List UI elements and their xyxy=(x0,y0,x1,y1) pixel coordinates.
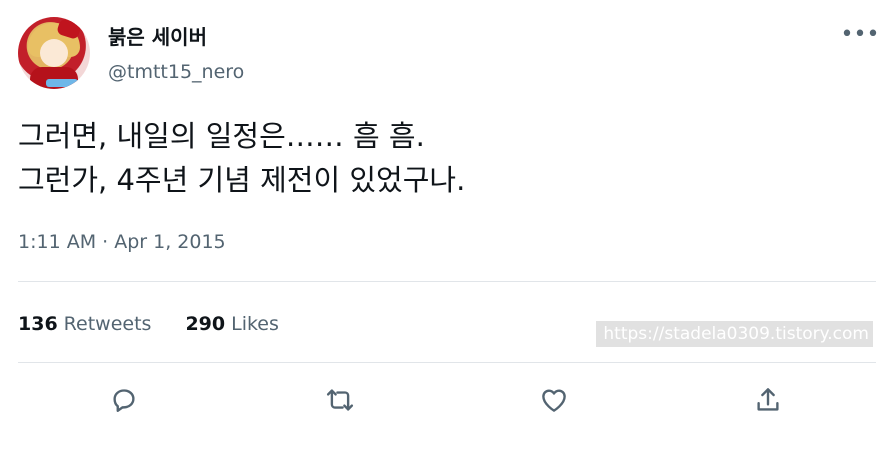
share-icon xyxy=(757,388,779,411)
likes-label: Likes xyxy=(231,313,279,335)
user-handle[interactable]: @tmtt15_nero xyxy=(108,60,244,84)
reply-button[interactable] xyxy=(106,382,142,418)
retweets-label: Retweets xyxy=(63,313,152,335)
tweet-line: 그런가, 4주년 기념 제전이 있었구나. xyxy=(18,163,466,197)
tweet-stats: 136 Retweets 290 Likes xyxy=(18,312,279,336)
tweet-text: 그러면, 내일의 일정은…… 흠 흠. 그런가, 4주년 기념 제전이 있었구나… xyxy=(18,114,868,202)
retweet-button[interactable] xyxy=(322,382,358,418)
share-button[interactable] xyxy=(750,382,786,418)
more-horizontal-icon[interactable]: ••• xyxy=(841,22,880,47)
likes-count: 290 xyxy=(185,313,226,335)
tweet-line: 그러면, 내일의 일정은…… 흠 흠. xyxy=(18,119,425,153)
retweets-stat[interactable]: 136 Retweets xyxy=(18,312,151,336)
avatar-stripe xyxy=(46,79,78,87)
like-button[interactable] xyxy=(536,382,572,418)
divider xyxy=(18,281,876,282)
divider xyxy=(18,362,876,363)
display-name[interactable]: 붉은 세이버 xyxy=(108,24,207,50)
retweet-icon xyxy=(326,389,354,411)
reply-icon xyxy=(113,389,135,412)
watermark: https://stadela0309.tistory.com xyxy=(596,321,873,347)
retweets-count: 136 xyxy=(18,313,58,335)
avatar-face xyxy=(40,39,68,67)
avatar[interactable] xyxy=(18,17,90,89)
timestamp[interactable]: 1:11 AM · Apr 1, 2015 xyxy=(18,230,226,254)
heart-icon xyxy=(542,389,566,412)
likes-stat[interactable]: 290 Likes xyxy=(185,312,278,336)
